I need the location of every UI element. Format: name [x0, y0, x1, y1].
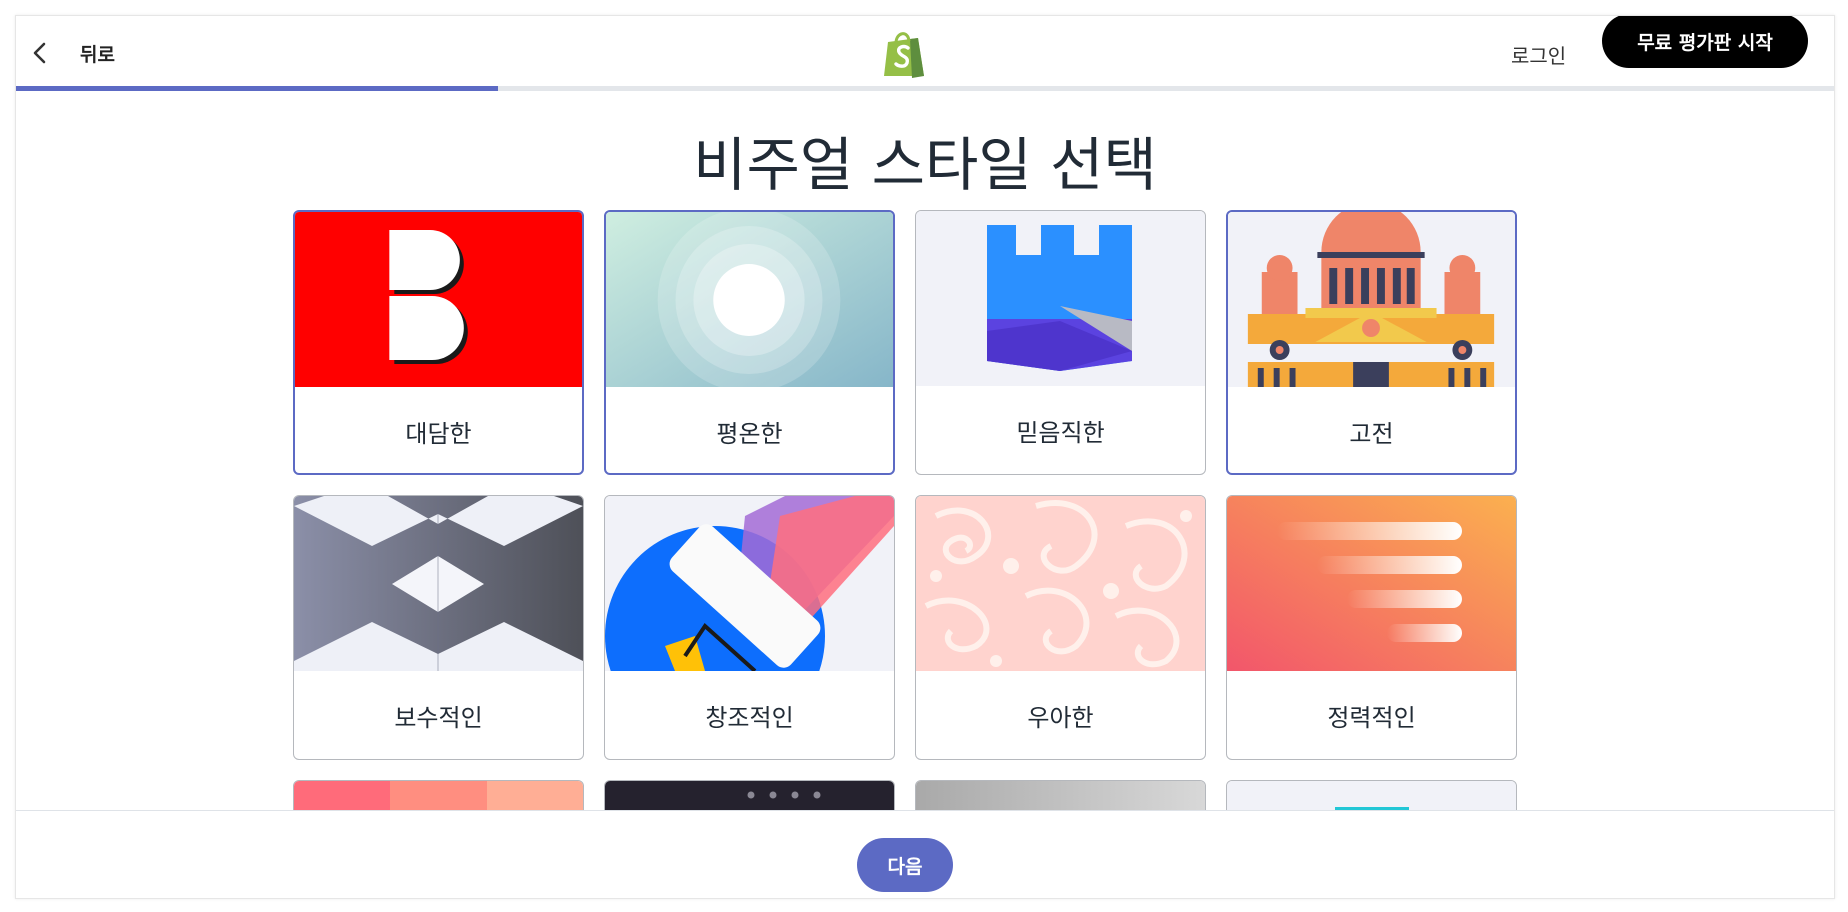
style-card-conservative[interactable]: 보수적인	[293, 495, 584, 760]
style-card-label: 정력적인	[1327, 703, 1416, 732]
style-card-bold[interactable]: 대담한	[293, 210, 584, 475]
style-card-trustworthy[interactable]: 믿음직한	[915, 210, 1206, 475]
back-button[interactable]: 뒤로	[26, 38, 115, 68]
next-button[interactable]: 다음	[857, 838, 953, 892]
style-card-creative[interactable]: 창조적인	[604, 495, 895, 760]
footer-bar: 다음	[16, 810, 1834, 898]
classic-thumbnail	[1228, 212, 1515, 387]
style-card-label: 보수적인	[394, 703, 483, 732]
conservative-thumbnail	[294, 496, 583, 671]
creative-thumbnail	[605, 496, 894, 671]
style-card-label: 믿음직한	[1016, 418, 1105, 447]
login-link[interactable]: 로그인	[1511, 40, 1566, 69]
style-grid: 대담한 평온한 믿음직한 고전 보수적인 창조적인 우아한 정력적인	[293, 210, 1517, 842]
style-card-elegant[interactable]: 우아한	[915, 495, 1206, 760]
style-card-label: 고전	[1349, 419, 1394, 448]
trustworthy-thumbnail	[916, 211, 1205, 386]
calm-thumbnail	[606, 212, 893, 387]
bold-thumbnail	[295, 212, 582, 387]
elegant-thumbnail	[916, 496, 1205, 671]
style-card-energetic[interactable]: 정력적인	[1226, 495, 1517, 760]
progress-fill	[16, 86, 498, 91]
app-frame: 뒤로 로그인 무료 평가판 시작 비주얼 스타일 선택 대담한 평온한 믿음직한…	[15, 15, 1835, 899]
shopify-logo-icon	[884, 32, 924, 78]
style-card-label: 대담한	[405, 419, 472, 448]
back-label: 뒤로	[80, 43, 115, 66]
energetic-thumbnail	[1227, 496, 1516, 671]
start-free-trial-button[interactable]: 무료 평가판 시작	[1602, 16, 1808, 68]
style-card-label: 창조적인	[705, 703, 794, 732]
chevron-left-icon	[33, 42, 46, 64]
top-bar: 뒤로 로그인 무료 평가판 시작	[16, 16, 1834, 91]
style-card-calm[interactable]: 평온한	[604, 210, 895, 475]
style-card-label: 평온한	[716, 419, 783, 448]
style-card-label: 우아한	[1027, 703, 1094, 732]
page-title: 비주얼 스타일 선택	[693, 131, 1157, 199]
progress-bar	[16, 86, 1834, 91]
style-card-classic[interactable]: 고전	[1226, 210, 1517, 475]
